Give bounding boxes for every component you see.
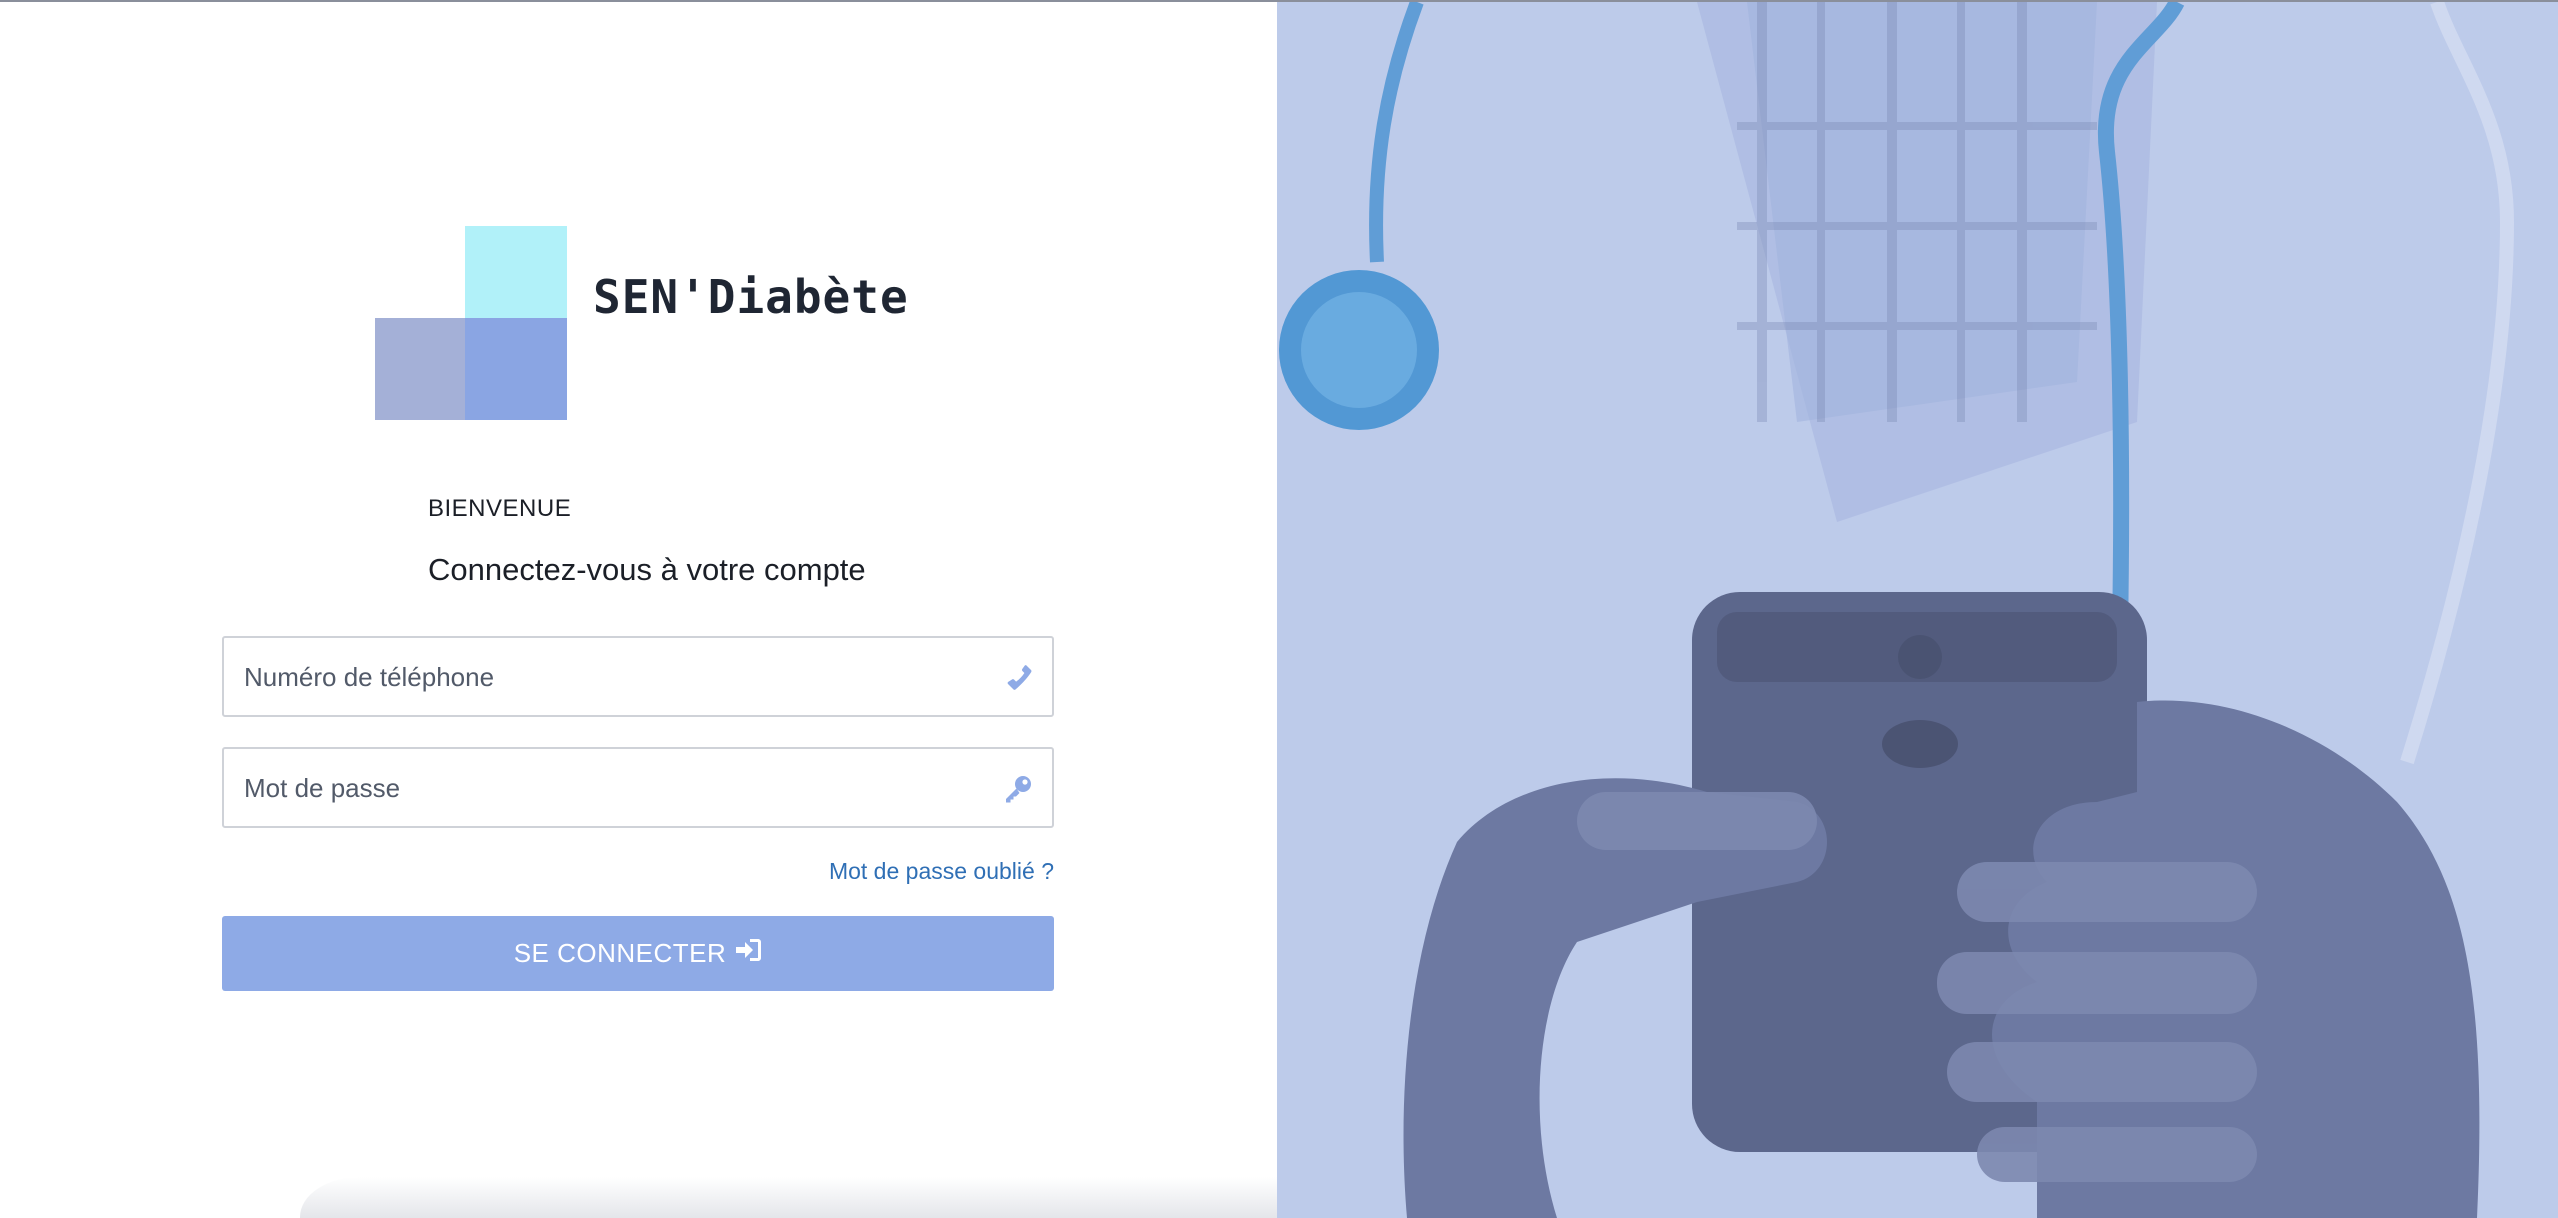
hero-image (1277, 2, 2558, 1218)
password-input[interactable] (242, 749, 1006, 828)
password-field[interactable] (222, 747, 1054, 828)
logo-square-top (465, 226, 567, 318)
forgot-password-link[interactable]: Mot de passe oublié ? (829, 858, 1054, 885)
phone-field[interactable] (222, 636, 1054, 717)
logo-square-right (465, 318, 567, 420)
key-icon (1002, 773, 1034, 805)
logo-mark (375, 226, 568, 420)
login-button[interactable]: SE CONNECTER (222, 916, 1054, 991)
bottom-shadow (300, 1177, 1277, 1218)
logo-square-left (375, 318, 465, 420)
sign-in-icon (734, 937, 762, 970)
doctor-holding-phone-image (1277, 2, 2558, 1218)
phone-input[interactable] (242, 638, 1006, 717)
welcome-label: BIENVENUE (428, 495, 572, 522)
login-subtitle: Connectez-vous à votre compte (428, 552, 866, 587)
login-button-label: SE CONNECTER (513, 938, 727, 968)
brand-name: SEN'Diabète (593, 270, 909, 324)
login-page: SEN'Diabète BIENVENUE Connectez-vous à v… (0, 0, 2558, 1218)
phone-icon (1002, 662, 1034, 694)
login-panel: SEN'Diabète BIENVENUE Connectez-vous à v… (0, 2, 1277, 1218)
